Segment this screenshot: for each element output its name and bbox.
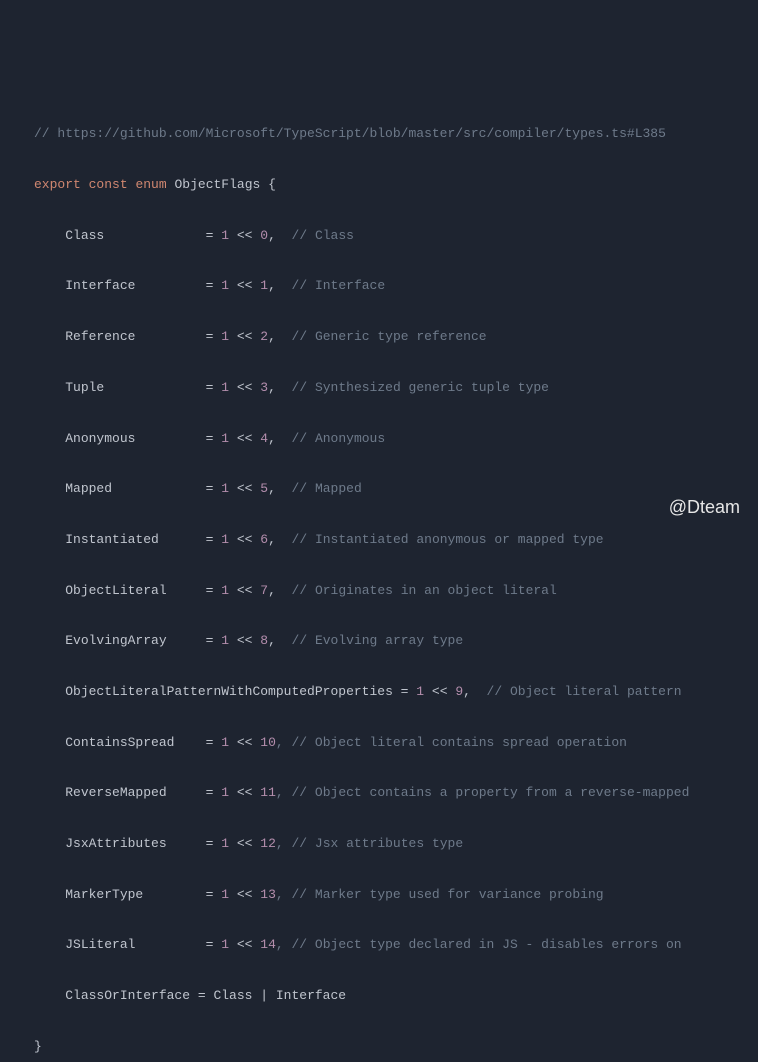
member-anonymous: Anonymous = 1 << 4, // Anonymous xyxy=(34,426,758,451)
brace-open: { xyxy=(260,177,276,192)
member-classorinterface: ClassOrInterface = Class | Interface xyxy=(34,983,758,1008)
member-reference: Reference = 1 << 2, // Generic type refe… xyxy=(34,324,758,349)
enum-declaration: export const enum ObjectFlags { xyxy=(34,172,758,197)
member-jsliteral: JSLiteral = 1 << 14, // Object type decl… xyxy=(34,932,758,957)
keyword-export: export xyxy=(34,177,81,192)
member-interface: Interface = 1 << 1, // Interface xyxy=(34,273,758,298)
member-mapped: Mapped = 1 << 5, // Mapped xyxy=(34,476,758,501)
keyword-enum: enum xyxy=(135,177,166,192)
comment-text: // https://github.com/Microsoft/TypeScri… xyxy=(34,126,666,141)
watermark: @Dteam xyxy=(669,490,740,525)
member-reversemapped: ReverseMapped = 1 << 11, // Object conta… xyxy=(34,780,758,805)
header-comment: // https://github.com/Microsoft/TypeScri… xyxy=(34,121,758,146)
member-containsspread: ContainsSpread = 1 << 10, // Object lite… xyxy=(34,730,758,755)
member-jsxattributes: JsxAttributes = 1 << 12, // Jsx attribut… xyxy=(34,831,758,856)
member-tuple: Tuple = 1 << 3, // Synthesized generic t… xyxy=(34,375,758,400)
keyword-const: const xyxy=(89,177,128,192)
member-markertype: MarkerType = 1 << 13, // Marker type use… xyxy=(34,882,758,907)
member-evolvingarray: EvolvingArray = 1 << 8, // Evolving arra… xyxy=(34,628,758,653)
brace-close: } xyxy=(34,1034,758,1059)
member-class: Class = 1 << 0, // Class xyxy=(34,223,758,248)
member-olpwcp: ObjectLiteralPatternWithComputedProperti… xyxy=(34,679,758,704)
member-objectliteral: ObjectLiteral = 1 << 7, // Originates in… xyxy=(34,578,758,603)
enum-name: ObjectFlags xyxy=(174,177,260,192)
